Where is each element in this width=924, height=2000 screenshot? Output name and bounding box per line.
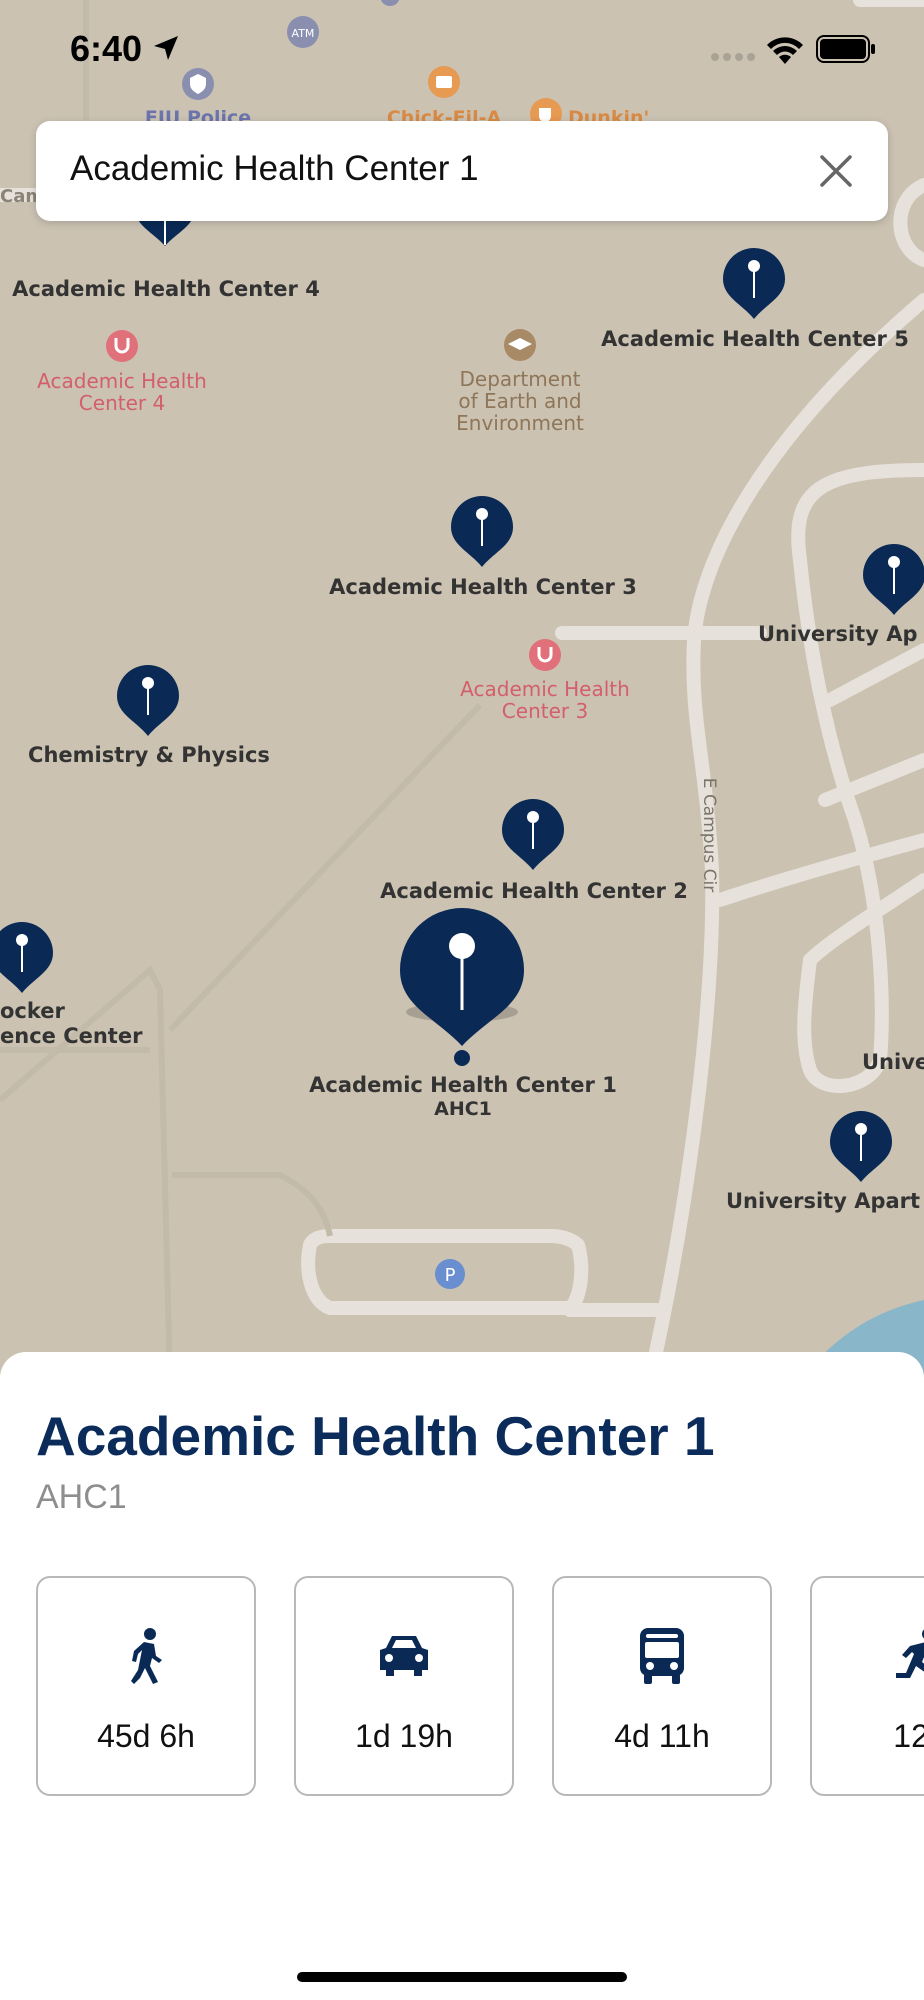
wifi-icon <box>767 37 803 64</box>
poi-earth-line2: of Earth and <box>458 389 581 413</box>
travel-time-car: 1d 19h <box>355 1718 453 1754</box>
parking-icon: P <box>445 1265 456 1286</box>
bus-icon <box>640 1628 684 1684</box>
road-name-label: E Campus Cir <box>699 778 719 892</box>
home-indicator[interactable] <box>297 1972 627 1982</box>
travel-card-run[interactable]: 12d <box>810 1576 924 1796</box>
run-icon <box>896 1629 924 1684</box>
travel-card-walk[interactable]: 45d 6h <box>36 1576 256 1796</box>
pin-label-partial-1: ocker <box>0 999 66 1023</box>
coffee-icon <box>539 108 551 122</box>
pin-label: University Ap <box>758 622 918 646</box>
pin-label: Academic Health Center 2 <box>380 879 688 903</box>
poi-earth-line1: Department <box>459 367 580 391</box>
status-bar: 6:40 <box>0 0 924 100</box>
poi-ahc4-line2: Center 4 <box>79 391 165 415</box>
walk-icon <box>131 1628 162 1684</box>
pin-sublabel: AHC1 <box>434 1098 492 1120</box>
travel-card-car[interactable]: 1d 19h <box>294 1576 514 1796</box>
search-input[interactable]: Academic Health Center 1 <box>70 149 479 189</box>
parking-poi[interactable]: P <box>435 1259 465 1289</box>
pin-label: Academic Health Center 1 <box>309 1073 617 1097</box>
poi-ahc3-line1: Academic Health <box>460 677 630 701</box>
poi-ahc4-line1: Academic Health <box>37 369 207 393</box>
travel-time-walk: 45d 6h <box>97 1718 195 1754</box>
location-title: Academic Health Center 1 <box>36 1405 715 1467</box>
close-icon[interactable] <box>812 147 860 195</box>
battery-icon <box>816 35 875 63</box>
search-bar[interactable]: Academic Health Center 1 <box>36 121 888 221</box>
travel-time-run: 12d <box>893 1718 924 1754</box>
location-detail-sheet[interactable]: Academic Health Center 1 AHC1 45d 6h 1d … <box>0 1352 924 2000</box>
pin-label: Chemistry & Physics <box>28 743 270 767</box>
map-label-unive: Unive <box>862 1050 924 1074</box>
pin-label: Academic Health Center 4 <box>12 277 320 301</box>
travel-mode-cards[interactable]: 45d 6h 1d 19h 4d 11h 12 <box>36 1576 924 1806</box>
pin-label: Academic Health Center 5 <box>601 327 909 351</box>
poi-earth-line3: Environment <box>456 411 584 435</box>
status-time: 6:40 <box>70 28 143 69</box>
pin-label-partial-2: ence Center <box>0 1024 143 1048</box>
location-code: AHC1 <box>36 1478 127 1516</box>
car-icon <box>380 1636 428 1676</box>
poi-ahc3-line2: Center 3 <box>502 699 588 723</box>
pin-label: University Apart <box>726 1189 920 1213</box>
cellular-signal-icon <box>711 53 755 61</box>
travel-card-bus[interactable]: 4d 11h <box>552 1576 772 1796</box>
pin-label: Academic Health Center 3 <box>329 575 637 599</box>
travel-time-bus: 4d 11h <box>614 1718 710 1754</box>
location-arrow-icon <box>154 36 178 60</box>
